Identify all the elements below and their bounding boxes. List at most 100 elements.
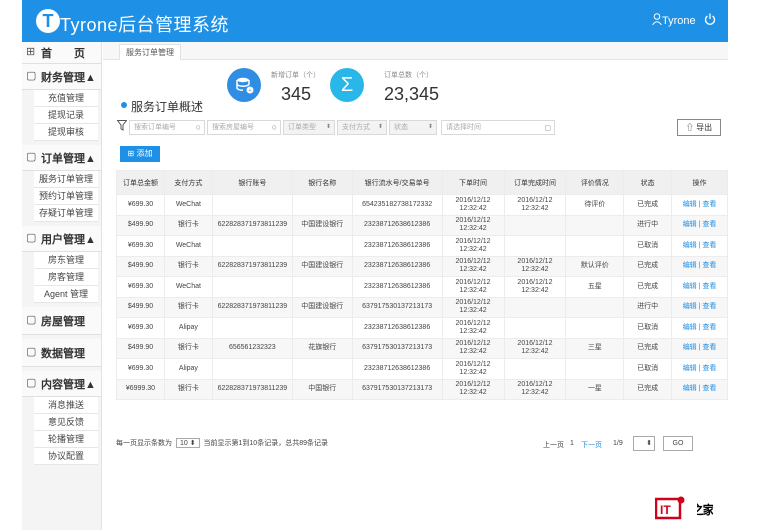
row-actions[interactable]: 编辑 | 查看 bbox=[671, 214, 728, 236]
page-jump-select[interactable]: ⬍ bbox=[633, 436, 655, 451]
main-panel: 服务订单管理 服务订单概述 + 新增订单（个） 345 Σ 订单总数（个） 23… bbox=[103, 42, 728, 530]
table-cell: 23238712638612386 bbox=[351, 276, 443, 298]
sidebar-group-label: 内容管理▲ bbox=[41, 378, 96, 391]
power-icon[interactable] bbox=[704, 13, 716, 26]
time-placeholder: 请选择时间 bbox=[446, 124, 481, 131]
table-cell: 中国银行 bbox=[291, 378, 353, 400]
table-cell bbox=[211, 317, 293, 339]
column-header: 下单时间 bbox=[441, 170, 505, 195]
time-picker[interactable]: 请选择时间 ▢ bbox=[441, 120, 555, 135]
sidebar-item[interactable]: 房客管理 bbox=[34, 269, 98, 286]
row-actions[interactable]: 编辑 | 查看 bbox=[671, 255, 728, 277]
sidebar-group-5[interactable]: ▢ 内容管理▲ bbox=[22, 371, 101, 397]
table-row[interactable]: ¥6999.30 银行卡 622828371973811239 中国银行 6379175… bbox=[116, 378, 728, 400]
sidebar-item[interactable]: 协议配置 bbox=[34, 448, 98, 465]
sigma-icon: Σ bbox=[330, 68, 364, 102]
sidebar-group-3[interactable]: ▢ 房屋管理 bbox=[22, 307, 101, 335]
house-no-placeholder: 搜索房屋编号 bbox=[212, 124, 254, 131]
username[interactable]: Tyrone bbox=[662, 15, 696, 27]
table-cell: $499.90 bbox=[116, 255, 165, 277]
order-no-search[interactable]: 搜索订单编号 ○ bbox=[129, 120, 205, 135]
table-cell: 已完成 bbox=[623, 276, 673, 298]
order-type-select[interactable]: 订单类型 ⬍ bbox=[283, 120, 335, 135]
top-bar: T Tyrone后台管理系统 Tyrone bbox=[22, 0, 728, 42]
table-cell: 637917530137213173 bbox=[351, 296, 443, 318]
sidebar-item[interactable]: 预约订单管理 bbox=[34, 188, 98, 205]
user-icon[interactable] bbox=[652, 13, 662, 25]
row-actions[interactable]: 编辑 | 查看 bbox=[671, 337, 728, 359]
sidebar-group-4[interactable]: ▢ 数据管理 bbox=[22, 339, 101, 367]
status-select[interactable]: 状态 ⬍ bbox=[389, 120, 437, 135]
row-actions[interactable]: 编辑 | 查看 bbox=[671, 296, 728, 318]
column-header: 银行名称 bbox=[291, 170, 353, 195]
table-cell: 2016/12/12 12:32:42 bbox=[503, 255, 567, 277]
sidebar-item[interactable]: 存疑订单管理 bbox=[34, 205, 98, 222]
status-value: 状态 bbox=[394, 124, 408, 131]
table-cell: 23238712638612386 bbox=[351, 358, 443, 380]
record-summary: 当前显示第1到10条记录，总共89条记录 bbox=[203, 440, 328, 447]
column-header: 操作 bbox=[671, 170, 728, 195]
table-cell: 637917530137213173 bbox=[351, 378, 443, 400]
sidebar-item[interactable]: 提现记录 bbox=[34, 107, 98, 124]
row-actions[interactable]: 编辑 | 查看 bbox=[671, 317, 728, 339]
sidebar-item[interactable]: Agent 管理 bbox=[34, 286, 98, 303]
table-row[interactable]: ¥699.30 Alipay 23238712638612386 2016/12/12… bbox=[116, 317, 728, 339]
sidebar-item[interactable]: 充值管理 bbox=[34, 90, 98, 107]
house-icon: ▢ bbox=[26, 314, 37, 326]
sidebar-group-label: 订单管理▲ bbox=[41, 152, 96, 165]
current-page[interactable]: 1 bbox=[570, 440, 574, 447]
pay-method-select[interactable]: 支付方式 ⬍ bbox=[337, 120, 387, 135]
tab-service-orders[interactable]: 服务订单管理 bbox=[119, 44, 181, 60]
table-row[interactable]: $499.90 银行卡 622828371973811239 中国建设银行 232387… bbox=[116, 255, 728, 277]
sidebar-item[interactable]: 消息推送 bbox=[34, 397, 98, 414]
sidebar-item[interactable]: 提现审核 bbox=[34, 124, 98, 141]
sidebar-item[interactable]: 房东管理 bbox=[34, 252, 98, 269]
table-row[interactable]: $499.90 银行卡 622828371973811239 中国建设银行 637917… bbox=[116, 296, 728, 318]
table-cell: 银行卡 bbox=[163, 378, 213, 400]
page-size-select[interactable]: 10 ⬍ bbox=[175, 438, 200, 448]
row-actions[interactable]: 编辑 | 查看 bbox=[671, 276, 728, 298]
prev-page[interactable]: 上一页 bbox=[543, 440, 564, 450]
go-button[interactable]: GO bbox=[663, 436, 693, 451]
sidebar-item[interactable]: 服务订单管理 bbox=[34, 171, 98, 188]
table-cell: 622828371973811239 bbox=[211, 296, 293, 318]
row-actions[interactable]: 编辑 | 查看 bbox=[671, 235, 728, 257]
chart-icon: ▢ bbox=[26, 346, 37, 358]
export-button[interactable]: ⇧ 导出 bbox=[677, 119, 721, 136]
table-cell: 2016/12/12 12:32:42 bbox=[503, 337, 567, 359]
watermark-logo: IT IT之家 bbox=[654, 495, 715, 521]
sidebar-item[interactable]: 意见反馈 bbox=[34, 414, 98, 431]
sidebar-item[interactable]: 轮播管理 bbox=[34, 431, 98, 448]
svg-text:IT: IT bbox=[660, 503, 671, 517]
table-row[interactable]: $499.90 银行卡 656561232323 花旗银行 63791753013721… bbox=[116, 337, 728, 359]
table-row[interactable]: ¥699.30 Alipay 23238712638612386 2016/12/12… bbox=[116, 358, 728, 380]
table-cell: 待评价 bbox=[565, 194, 625, 216]
table-row[interactable]: ¥699.30 WeChat 23238712638612386 2016/12/12… bbox=[116, 276, 728, 298]
sidebar-group-1[interactable]: ▢ 订单管理▲ bbox=[22, 145, 101, 171]
table-cell bbox=[565, 296, 625, 318]
chevron-down-icon: ⬍ bbox=[427, 124, 433, 130]
next-page[interactable]: 下一页 bbox=[581, 440, 602, 450]
sidebar-home[interactable]: ⊞ 首 页 bbox=[22, 42, 101, 64]
table-cell: 中国建设银行 bbox=[291, 296, 353, 318]
calendar-icon: ▢ bbox=[544, 125, 551, 132]
table-cell: 一星 bbox=[565, 378, 625, 400]
row-actions[interactable]: 编辑 | 查看 bbox=[671, 378, 728, 400]
add-button[interactable]: ⊞ 添加 bbox=[120, 146, 160, 162]
table-cell: 进行中 bbox=[623, 214, 673, 236]
order-icon: ▢ bbox=[26, 151, 37, 163]
logo-icon: T bbox=[36, 9, 60, 33]
table-row[interactable]: ¥699.30 WeChat 654235182738172332 2016/12/1… bbox=[116, 194, 728, 216]
sidebar-group-2[interactable]: ▢ 用户管理▲ bbox=[22, 226, 101, 252]
order-type-value: 订单类型 bbox=[288, 124, 316, 131]
table-cell: 23238712638612386 bbox=[351, 235, 443, 257]
table-cell bbox=[503, 235, 567, 257]
admin-app: T Tyrone后台管理系统 Tyrone ⊞ 首 页 ▢ 财务管理▲ 充值管理 提现… bbox=[22, 0, 728, 530]
table-cell: ¥699.30 bbox=[116, 358, 165, 380]
sidebar-group-0[interactable]: ▢ 财务管理▲ bbox=[22, 64, 101, 90]
table-row[interactable]: $499.90 银行卡 622828371973811239 中国建设银行 232387… bbox=[116, 214, 728, 236]
table-row[interactable]: ¥699.30 WeChat 23238712638612386 2016/12/12… bbox=[116, 235, 728, 257]
row-actions[interactable]: 编辑 | 查看 bbox=[671, 194, 728, 216]
row-actions[interactable]: 编辑 | 查看 bbox=[671, 358, 728, 380]
house-no-search[interactable]: 搜索房屋编号 ○ bbox=[207, 120, 281, 135]
